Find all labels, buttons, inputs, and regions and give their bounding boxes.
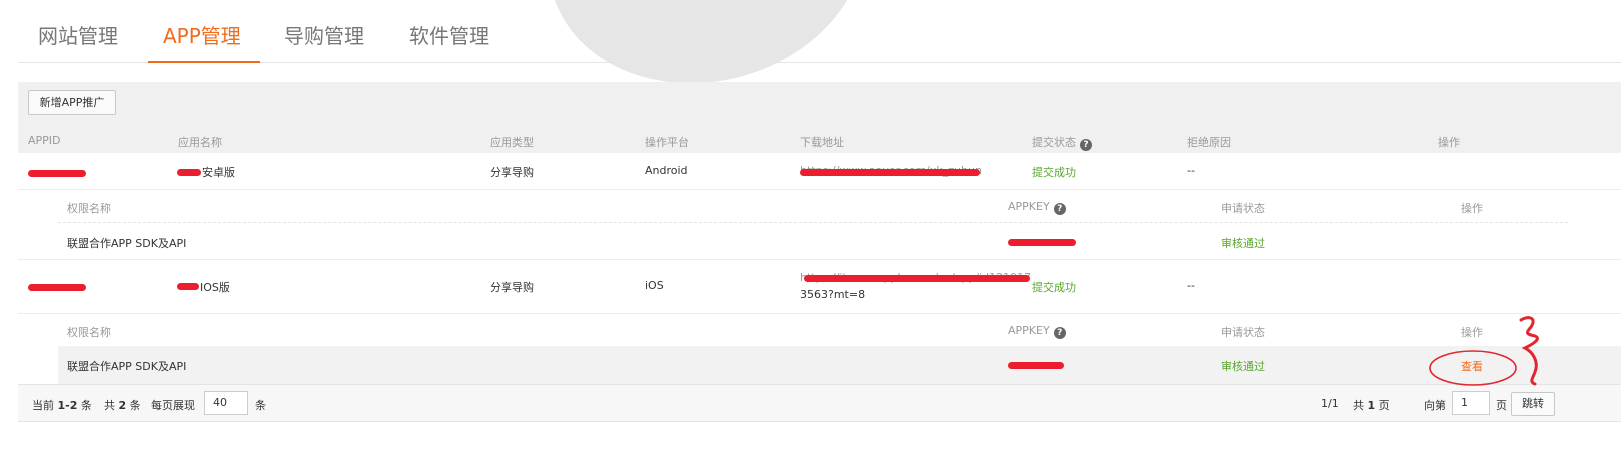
per-page-input[interactable]: 40 xyxy=(204,391,248,415)
jump-button[interactable]: 跳转 xyxy=(1511,392,1555,416)
current-range-text: 当前 1-2 条 xyxy=(32,399,92,412)
sub-header-appkey: APPKEY? xyxy=(1008,200,1066,215)
permission-subtable: 权限名称 APPKEY? 申请状态 操作 联盟合作APP SDK及API 审核通… xyxy=(18,190,1621,260)
appkey-label: APPKEY xyxy=(1008,324,1050,337)
apply-status: 审核通过 xyxy=(1221,237,1265,250)
total-count-text: 共 2 条 xyxy=(104,399,141,412)
redacted-app-name xyxy=(177,169,201,176)
col-header-appid: APPID xyxy=(28,134,61,147)
platform: Android xyxy=(645,164,688,177)
download-url-line2[interactable]: 3563?mt=8 xyxy=(800,288,865,301)
sub-header-appkey: APPKEY? xyxy=(1008,324,1066,339)
permission-row-highlight: 联盟合作APP SDK及API 审核通过 查看 xyxy=(58,346,1621,384)
submit-status: 提交成功 xyxy=(1032,281,1076,294)
tab-software-management[interactable]: 软件管理 xyxy=(409,20,489,49)
per-page-unit: 条 xyxy=(255,399,266,412)
annotation-circle xyxy=(1429,350,1517,386)
tab-shopping-guide-management[interactable]: 导购管理 xyxy=(284,20,364,49)
help-icon[interactable]: ? xyxy=(1053,203,1066,215)
sub-header-apply-status: 申请状态 xyxy=(1221,326,1265,339)
annotation-number-three xyxy=(1519,316,1539,386)
goto-label: 向第 xyxy=(1424,399,1446,412)
app-name-suffix: IOS版 xyxy=(200,281,230,294)
add-app-promotion-button[interactable]: 新增APP推广 xyxy=(28,90,116,115)
goto-page-input[interactable]: 1 xyxy=(1452,391,1490,415)
sub-header-permission-name: 权限名称 xyxy=(67,326,111,339)
redacted-appid xyxy=(28,284,86,291)
submit-status: 提交成功 xyxy=(1032,166,1076,179)
redacted-appkey xyxy=(1008,362,1064,369)
col-header-app-name: 应用名称 xyxy=(178,136,222,149)
redacted-appid xyxy=(28,170,86,177)
col-header-download-url: 下载地址 xyxy=(800,136,844,149)
col-header-reject-reason: 拒绝原因 xyxy=(1187,136,1231,149)
redacted-download-url xyxy=(800,169,980,176)
app-name-suffix: 安卓版 xyxy=(202,166,235,179)
redacted-appkey xyxy=(1008,239,1076,246)
redacted-download-url xyxy=(804,275,1030,282)
page-indicator: 1/1 xyxy=(1321,397,1339,410)
col-header-app-type: 应用类型 xyxy=(490,136,534,149)
tab-website-management[interactable]: 网站管理 xyxy=(38,20,118,49)
permission-name: 联盟合作APP SDK及API xyxy=(67,360,187,373)
sub-header-permission-name: 权限名称 xyxy=(67,202,111,215)
help-icon[interactable]: ? xyxy=(1053,327,1066,339)
permission-name: 联盟合作APP SDK及API xyxy=(67,237,187,250)
per-page-label: 每页展现 xyxy=(151,399,195,412)
pagination-bar: 当前 1-2 条 共 2 条 每页展现 40 条 1/1 共 1 页 向第 1 … xyxy=(18,384,1621,422)
col-header-submit-status: 提交状态? xyxy=(1032,134,1092,151)
col-header-action: 操作 xyxy=(1438,136,1460,149)
table-row: IOS版 分享导购 iOS https://itunes.apple.com/c… xyxy=(18,260,1621,314)
tab-app-management[interactable]: APP管理 xyxy=(163,20,241,49)
table-row: 安卓版 分享导购 Android https://www.aaver.com/x… xyxy=(18,153,1621,190)
redacted-app-name xyxy=(177,283,199,290)
active-tab-indicator xyxy=(148,61,260,63)
goto-unit: 页 xyxy=(1496,399,1507,412)
apply-status: 审核通过 xyxy=(1221,360,1265,373)
app-type: 分享导购 xyxy=(490,166,534,179)
top-tab-bar: 网站管理 APP管理 导购管理 软件管理 xyxy=(18,0,1621,63)
app-type: 分享导购 xyxy=(490,281,534,294)
table-toolbar: 新增APP推广 APPID 应用名称 应用类型 操作平台 下载地址 提交状态? … xyxy=(18,82,1621,158)
sub-header-action: 操作 xyxy=(1461,202,1483,215)
platform: iOS xyxy=(645,279,664,292)
help-icon[interactable]: ? xyxy=(1080,139,1092,151)
total-pages-text: 共 1 页 xyxy=(1353,399,1390,412)
appkey-label: APPKEY xyxy=(1008,200,1050,213)
permission-subtable: 权限名称 APPKEY? 申请状态 操作 联盟合作APP SDK及API 审核通… xyxy=(18,314,1621,384)
divider xyxy=(58,222,1568,223)
submit-status-label: 提交状态 xyxy=(1032,136,1076,149)
reject-reason: -- xyxy=(1187,279,1195,292)
col-header-platform: 操作平台 xyxy=(645,136,689,149)
sub-header-apply-status: 申请状态 xyxy=(1221,202,1265,215)
app-list-panel: 新增APP推广 APPID 应用名称 应用类型 操作平台 下载地址 提交状态? … xyxy=(18,82,1621,432)
reject-reason: -- xyxy=(1187,164,1195,177)
annotation-circle-mark xyxy=(1429,316,1539,386)
